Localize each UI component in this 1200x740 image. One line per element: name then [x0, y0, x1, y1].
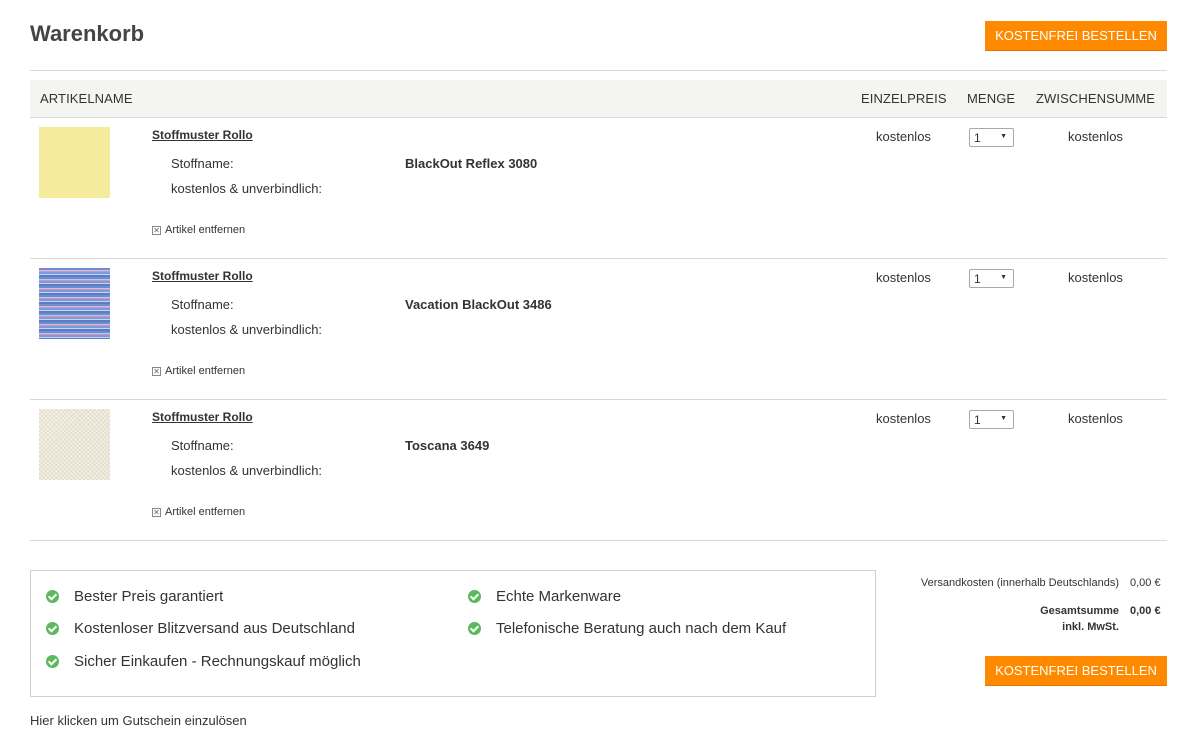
- trust-item-label: Kostenloser Blitzversand aus Deutschland: [74, 620, 355, 637]
- cart-row: Stoffmuster Rollo Stoffname: kostenlos &…: [30, 400, 1167, 541]
- order-button-top[interactable]: KOSTENFREI BESTELLEN: [985, 21, 1167, 51]
- trust-item-label: Bester Preis garantiert: [74, 588, 224, 605]
- quantity-value: 1: [974, 272, 981, 286]
- fabric-name: BlackOut Reflex 3080: [405, 156, 538, 171]
- vat-label: inkl. MwSt.: [1062, 621, 1119, 633]
- total-value: 0,00 €: [1130, 605, 1161, 617]
- remove-item-label: Artikel entfernen: [165, 224, 246, 236]
- fabric-swatch-image[interactable]: [39, 127, 110, 198]
- fabric-swatch-image[interactable]: [39, 268, 110, 339]
- divider: [30, 70, 1167, 71]
- cart-row: Stoffmuster Rollo Stoffname: kostenlos &…: [30, 259, 1167, 400]
- check-circle-icon: [46, 655, 59, 668]
- check-circle-icon: [46, 590, 59, 603]
- cart-table-header: ARTIKELNAME EINZELPREIS MENGE ZWISCHENSU…: [30, 80, 1167, 118]
- quantity-select[interactable]: 1 ▼: [969, 410, 1014, 429]
- page-title: Warenkorb: [30, 21, 145, 46]
- close-box-icon: ✕: [152, 507, 161, 517]
- remove-item-link[interactable]: ✕ Artikel entfernen: [152, 224, 245, 236]
- trust-item: Echte Markenware: [468, 588, 621, 605]
- header-artikelname: ARTIKELNAME: [40, 91, 133, 106]
- total-label: Gesamtsumme: [1040, 605, 1119, 617]
- trust-item: Sicher Einkaufen - Rechnungskauf möglich: [46, 653, 361, 670]
- chevron-down-icon: ▼: [1000, 133, 1007, 140]
- product-name-link[interactable]: Stoffmuster Rollo: [152, 269, 253, 283]
- quantity-value: 1: [974, 413, 981, 427]
- trust-item: Kostenloser Blitzversand aus Deutschland: [46, 620, 355, 637]
- quantity-select[interactable]: 1 ▼: [969, 128, 1014, 147]
- attr-label-stoffname: Stoffname:: [171, 438, 234, 453]
- unit-price: kostenlos: [876, 270, 931, 285]
- fabric-name: Toscana 3649: [405, 438, 490, 453]
- voucher-link[interactable]: Hier klicken um Gutschein einzulösen: [30, 713, 247, 728]
- fabric-swatch-image[interactable]: [39, 409, 110, 480]
- trust-item-label: Sicher Einkaufen - Rechnungskauf möglich: [74, 653, 361, 670]
- row-subtotal: kostenlos: [1068, 411, 1123, 426]
- fabric-name: Vacation BlackOut 3486: [405, 297, 552, 312]
- row-subtotal: kostenlos: [1068, 270, 1123, 285]
- unit-price: kostenlos: [876, 411, 931, 426]
- trust-benefits-box: Bester Preis garantiert Kostenloser Blit…: [30, 570, 876, 697]
- attr-label-stoffname: Stoffname:: [171, 156, 234, 171]
- row-subtotal: kostenlos: [1068, 129, 1123, 144]
- close-box-icon: ✕: [152, 366, 161, 376]
- shipping-value: 0,00 €: [1130, 577, 1161, 589]
- check-circle-icon: [468, 590, 481, 603]
- order-button-bottom[interactable]: KOSTENFREI BESTELLEN: [985, 656, 1167, 686]
- trust-item: Telefonische Beratung auch nach dem Kauf: [468, 620, 786, 637]
- trust-item: Bester Preis garantiert: [46, 588, 223, 605]
- remove-item-link[interactable]: ✕ Artikel entfernen: [152, 506, 245, 518]
- header-menge: MENGE: [967, 91, 1016, 106]
- product-name-link[interactable]: Stoffmuster Rollo: [152, 128, 253, 142]
- product-name-link[interactable]: Stoffmuster Rollo: [152, 410, 253, 424]
- unit-price: kostenlos: [876, 129, 931, 144]
- remove-item-label: Artikel entfernen: [165, 506, 246, 518]
- shipping-label: Versandkosten (innerhalb Deutschlands): [920, 577, 1119, 589]
- close-box-icon: ✕: [152, 225, 161, 235]
- quantity-value: 1: [974, 131, 981, 145]
- chevron-down-icon: ▼: [1000, 274, 1007, 281]
- check-circle-icon: [468, 622, 481, 635]
- attr-label-kostenlos: kostenlos & unverbindlich:: [171, 463, 323, 478]
- check-circle-icon: [46, 622, 59, 635]
- attr-label-kostenlos: kostenlos & unverbindlich:: [171, 181, 323, 196]
- header-einzelpreis: EINZELPREIS: [861, 91, 947, 106]
- attr-label-stoffname: Stoffname:: [171, 297, 234, 312]
- quantity-select[interactable]: 1 ▼: [969, 269, 1014, 288]
- trust-item-label: Telefonische Beratung auch nach dem Kauf: [496, 620, 787, 637]
- remove-item-link[interactable]: ✕ Artikel entfernen: [152, 365, 245, 377]
- chevron-down-icon: ▼: [1000, 415, 1007, 422]
- trust-item-label: Echte Markenware: [496, 588, 622, 605]
- cart-row: Stoffmuster Rollo Stoffname: kostenlos &…: [30, 118, 1167, 259]
- attr-label-kostenlos: kostenlos & unverbindlich:: [171, 322, 323, 337]
- header-zwischensumme: ZWISCHENSUMME: [1036, 91, 1156, 106]
- remove-item-label: Artikel entfernen: [165, 365, 246, 377]
